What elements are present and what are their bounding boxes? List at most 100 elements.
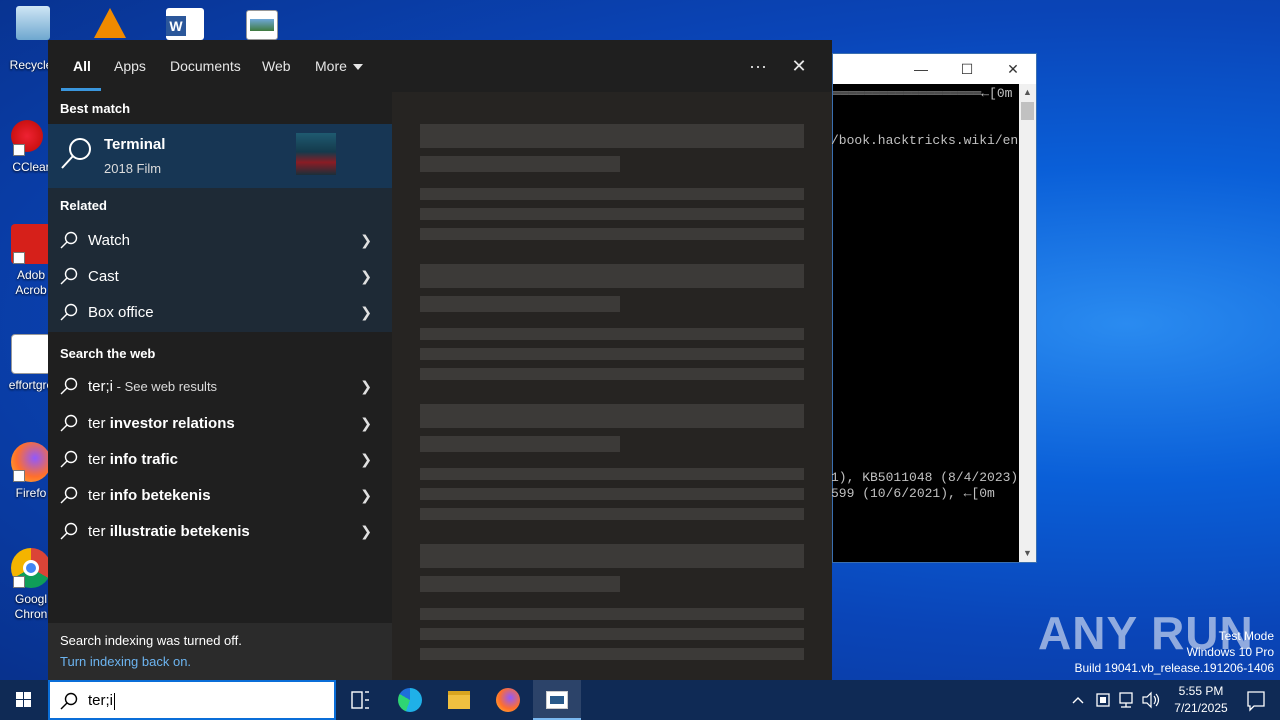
image-file-icon[interactable]: [246, 10, 278, 40]
firefox-icon: [496, 688, 520, 712]
task-view-icon: [351, 691, 369, 709]
indexing-message: Search indexing was turned off.: [60, 633, 242, 648]
firefox-taskbar-button[interactable]: [484, 680, 532, 720]
more-options-button[interactable]: ···: [740, 52, 776, 80]
file-explorer-taskbar-button[interactable]: [435, 680, 483, 720]
web-suggestion-label: ter illustratie betekenis: [88, 523, 250, 540]
search-panel: All Apps Documents Web More ··· ✕ Best m…: [48, 40, 832, 680]
best-match-heading: Best match: [60, 101, 131, 116]
minimize-icon[interactable]: —: [898, 61, 944, 77]
word-document-icon[interactable]: W: [166, 8, 204, 40]
active-tab-indicator: [61, 88, 101, 91]
ccleaner-icon: [11, 116, 51, 156]
search-icon: [60, 267, 78, 285]
turn-indexing-on-link[interactable]: Turn indexing back on.: [60, 654, 191, 669]
web-suggestion[interactable]: ter illustratie betekenis ❯: [48, 513, 392, 549]
related-item-label: Box office: [88, 304, 154, 321]
close-icon[interactable]: ✕: [990, 61, 1036, 78]
tab-web[interactable]: Web: [262, 58, 291, 74]
tab-more[interactable]: More: [315, 58, 363, 74]
tab-all[interactable]: All: [73, 58, 91, 74]
network-tray-button[interactable]: [1116, 680, 1138, 720]
defender-tray-button[interactable]: [1092, 680, 1114, 720]
skeleton-bar: [420, 608, 804, 620]
related-item-box-office[interactable]: Box office ❯: [48, 294, 392, 330]
console-window[interactable]: — ☐ ✕ ═══════════════════←[0m /book.hack…: [831, 53, 1037, 563]
web-suggestion[interactable]: ter info betekenis ❯: [48, 477, 392, 513]
scroll-down-icon[interactable]: ▼: [1019, 545, 1036, 562]
maximize-icon[interactable]: ☐: [944, 61, 990, 78]
chevron-right-icon: ❯: [360, 487, 372, 503]
chevron-right-icon: ❯: [360, 378, 372, 394]
folder-icon: [448, 691, 470, 709]
console-line: 1), KB5011048 (8/4/2023): [831, 470, 1019, 485]
web-suggestion[interactable]: ter investor relations ❯: [48, 405, 392, 441]
console-scrollbar[interactable]: ▲ ▼: [1019, 84, 1036, 562]
search-query-text: ter;i: [88, 692, 114, 709]
chevron-right-icon: ❯: [360, 415, 372, 431]
scroll-thumb[interactable]: [1021, 102, 1034, 120]
related-heading: Related: [60, 198, 107, 213]
skeleton-bar: [420, 296, 620, 312]
speaker-icon: [1142, 691, 1160, 709]
task-view-button[interactable]: [336, 680, 384, 720]
edge-taskbar-button[interactable]: [386, 680, 434, 720]
watermark-line: Build 19041.vb_release.191206-1406: [1074, 661, 1275, 675]
skeleton-bar: [420, 404, 804, 428]
start-button[interactable]: [0, 680, 48, 720]
clock-time: 5:55 PM: [1178, 684, 1224, 698]
console-taskbar-button[interactable]: [533, 680, 581, 720]
chevron-right-icon: ❯: [360, 232, 372, 248]
related-item-cast[interactable]: Cast ❯: [48, 258, 392, 294]
close-icon[interactable]: ✕: [781, 52, 817, 80]
search-icon: [61, 138, 91, 169]
skeleton-bar: [420, 468, 804, 480]
test-mode-watermark: Test Mode Windows 10 Pro Build 19041.vb_…: [1075, 628, 1275, 676]
taskbar-search-input[interactable]: ter;i: [48, 680, 336, 720]
notification-icon: [1247, 691, 1265, 712]
tab-apps[interactable]: Apps: [114, 58, 146, 74]
web-query-text: ter;i: [88, 378, 114, 395]
indexing-notice: Search indexing was turned off. Turn ind…: [48, 623, 392, 680]
web-suggestion[interactable]: ter info trafic ❯: [48, 441, 392, 477]
suggestion-bold-text: info betekenis: [109, 487, 211, 504]
skeleton-bar: [420, 228, 804, 240]
related-item-watch[interactable]: Watch ❯: [48, 222, 392, 258]
suggestion-prefix: ter: [88, 415, 110, 432]
volume-tray-button[interactable]: [1140, 680, 1162, 720]
show-hidden-icons-button[interactable]: [1068, 680, 1088, 720]
skeleton-bar: [420, 348, 804, 360]
text-cursor: [114, 692, 116, 710]
best-match-item[interactable]: Terminal 2018 Film: [48, 124, 392, 188]
suggestion-prefix: ter: [88, 487, 110, 504]
console-title-bar[interactable]: — ☐ ✕: [833, 54, 1036, 84]
suggestion-prefix: ter: [88, 523, 110, 540]
web-suggestion-label: ter info trafic: [88, 451, 178, 468]
tab-documents[interactable]: Documents: [170, 58, 241, 74]
vlc-icon[interactable]: [94, 8, 126, 38]
skeleton-bar: [420, 648, 804, 660]
action-center-button[interactable]: [1232, 680, 1280, 720]
web-search-section: Search the web ter;i - See web results ❯…: [48, 332, 392, 624]
skeleton-bar: [420, 488, 804, 500]
web-result-see-results[interactable]: ter;i - See web results ❯: [48, 368, 392, 404]
console-icon: [546, 691, 568, 709]
console-output: ═══════════════════←[0m /book.hacktricks…: [831, 84, 1019, 562]
skeleton-bar: [420, 328, 804, 340]
search-icon: [60, 450, 78, 468]
search-icon: [60, 377, 78, 395]
search-icon: [60, 486, 78, 504]
taskbar-clock[interactable]: 5:55 PM 7/21/2025: [1160, 683, 1242, 717]
scroll-up-icon[interactable]: ▲: [1019, 84, 1036, 101]
related-item-label: Watch: [88, 232, 130, 249]
skeleton-bar: [420, 208, 804, 220]
chevron-right-icon: ❯: [360, 451, 372, 467]
see-web-results-text: - See web results: [113, 379, 218, 394]
tab-more-label: More: [315, 58, 347, 74]
search-query: ter;i: [88, 692, 116, 710]
adobe-acrobat-icon: [11, 224, 51, 264]
skeleton-bar: [420, 188, 804, 200]
suggestion-bold-text: illustratie betekenis: [109, 523, 250, 540]
search-icon: [60, 522, 78, 540]
chevron-right-icon: ❯: [360, 523, 372, 539]
